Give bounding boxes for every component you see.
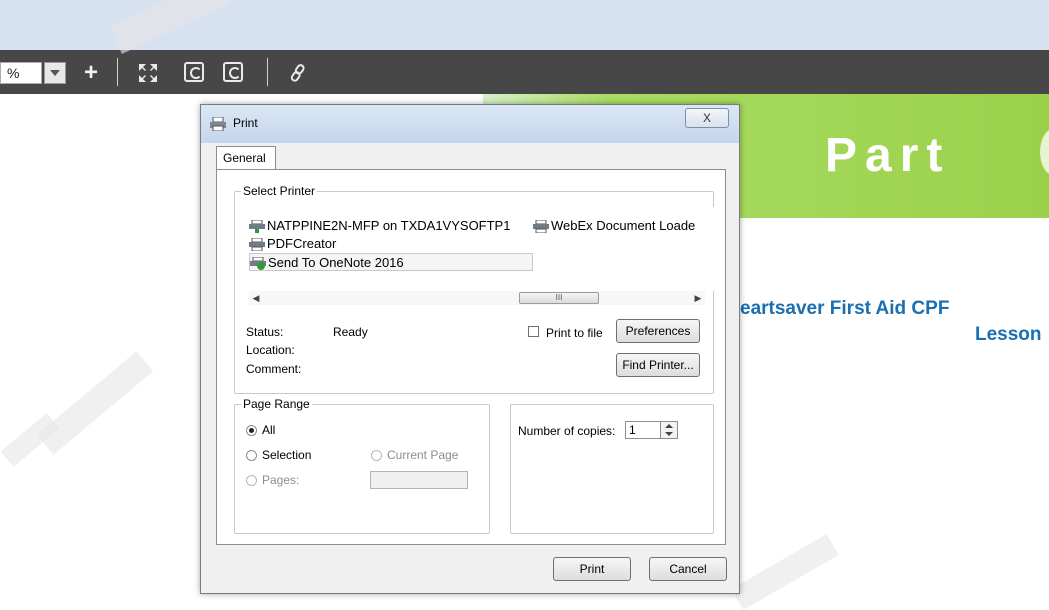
print-dialog: Print X General Select Printer NATPPINE2… bbox=[200, 104, 740, 594]
find-printer-button[interactable]: Find Printer... bbox=[616, 353, 700, 377]
current-page-label: Current Page bbox=[387, 448, 459, 462]
print-button[interactable]: Print bbox=[553, 557, 631, 581]
copies-stepper[interactable] bbox=[660, 421, 678, 439]
page-range-legend: Page Range bbox=[241, 397, 312, 411]
page-subtitle-lesson: Lesson bbox=[975, 324, 1042, 345]
printer-icon bbox=[210, 117, 226, 131]
printer-name: WebEx Document Loade bbox=[551, 218, 696, 233]
status-value: Ready bbox=[333, 325, 368, 339]
tab-general[interactable]: General bbox=[216, 146, 276, 170]
printer-icon bbox=[533, 220, 549, 234]
pages-input[interactable] bbox=[370, 471, 468, 489]
page-title: Part bbox=[825, 129, 951, 182]
printer-name: NATPPINE2N-MFP on TXDA1VYSOFTP1 bbox=[267, 218, 511, 233]
zoom-dropdown-button[interactable] bbox=[44, 62, 66, 84]
selection-radio[interactable] bbox=[246, 450, 257, 461]
location-label: Location: bbox=[246, 343, 295, 357]
scroll-right-icon[interactable]: ▶ bbox=[691, 291, 705, 305]
printer-item[interactable]: NATPPINE2N-MFP on TXDA1VYSOFTP1 bbox=[249, 217, 510, 235]
cancel-button[interactable]: Cancel bbox=[649, 557, 727, 581]
zoom-input[interactable]: % bbox=[0, 62, 42, 84]
pages-label: Pages: bbox=[262, 473, 300, 487]
printer-name: Send To OneNote 2016 bbox=[268, 255, 404, 270]
close-button[interactable]: X bbox=[685, 108, 729, 128]
scrollbar-thumb[interactable]: III bbox=[519, 292, 599, 304]
selection-label: Selection bbox=[262, 448, 312, 462]
default-printer-icon bbox=[250, 257, 266, 271]
dialog-titlebar[interactable]: Print X bbox=[201, 105, 739, 143]
page-subtitle: eartsaver First Aid CPF bbox=[740, 298, 950, 319]
printer-item[interactable]: WebEx Document Loade bbox=[533, 217, 695, 235]
all-label: All bbox=[262, 423, 276, 437]
toolbar-separator bbox=[267, 58, 268, 86]
printer-item-selected[interactable]: Send To OneNote 2016 bbox=[249, 253, 533, 271]
all-radio[interactable] bbox=[246, 425, 257, 436]
rotate-counterclockwise-icon[interactable] bbox=[223, 62, 243, 82]
printer-item[interactable]: PDFCreator bbox=[249, 235, 336, 253]
preferences-button[interactable]: Preferences bbox=[616, 319, 700, 343]
pdf-toolbar: % + bbox=[0, 50, 1049, 94]
status-label: Status: bbox=[246, 325, 284, 339]
comment-label: Comment: bbox=[246, 362, 302, 376]
copies-label: Number of copies: bbox=[518, 424, 616, 438]
link-icon[interactable] bbox=[287, 62, 309, 84]
plus-icon[interactable]: + bbox=[80, 61, 102, 85]
toolbar-separator bbox=[117, 58, 118, 86]
print-to-file-checkbox[interactable] bbox=[528, 326, 539, 337]
watermark-stroke bbox=[36, 351, 154, 455]
network-printer-icon bbox=[249, 220, 265, 234]
rotate-clockwise-icon[interactable] bbox=[184, 62, 204, 82]
page-range-group: Page Range All Selection Current Page Pa… bbox=[234, 397, 490, 534]
printer-name: PDFCreator bbox=[267, 236, 337, 251]
printer-icon bbox=[249, 238, 265, 252]
watermark-stroke bbox=[731, 534, 839, 610]
current-page-radio[interactable] bbox=[371, 450, 382, 461]
general-tab-panel: Select Printer NATPPINE2N-MFP on TXDA1VY… bbox=[216, 169, 726, 545]
copies-input[interactable]: 1 bbox=[625, 421, 661, 439]
select-printer-legend: Select Printer bbox=[241, 184, 318, 198]
pages-radio[interactable] bbox=[246, 475, 257, 486]
copies-group: Number of copies: 1 bbox=[510, 404, 714, 534]
printer-list-scrollbar[interactable]: ◀ III ▶ bbox=[249, 291, 705, 305]
dialog-title: Print bbox=[233, 116, 258, 130]
select-printer-group: Select Printer NATPPINE2N-MFP on TXDA1VY… bbox=[234, 184, 719, 394]
fit-page-icon[interactable] bbox=[137, 62, 159, 84]
printer-list: NATPPINE2N-MFP on TXDA1VYSOFTP1 WebEx Do… bbox=[249, 207, 719, 291]
scroll-left-icon[interactable]: ◀ bbox=[249, 291, 263, 305]
print-to-file-label: Print to file bbox=[546, 326, 603, 340]
